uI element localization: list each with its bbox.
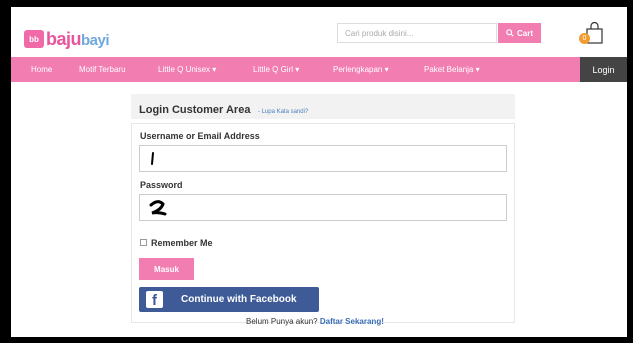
username-value — [148, 150, 158, 173]
username-field[interactable] — [139, 145, 507, 172]
facebook-login-button[interactable]: f Continue with Facebook — [139, 287, 319, 312]
remember-me-checkbox[interactable] — [140, 239, 147, 246]
cart-count-badge: 0 — [579, 33, 590, 44]
search-input[interactable]: Cari produk disini... — [337, 23, 497, 43]
cart-button-label: Cart — [516, 28, 533, 38]
nav-label: Little Q Girl — [253, 65, 294, 74]
nav-little-q-unisex[interactable]: Little Q Unisex ▾ — [158, 65, 216, 74]
signup-prompt: Belum Punya akun? Daftar Sekarang! — [246, 317, 384, 326]
username-label: Username or Email Address — [140, 131, 260, 141]
page: bb bajubayi Cari produk disini... Cart 0… — [11, 7, 627, 337]
password-value — [148, 199, 170, 224]
chevron-down-icon: ▾ — [475, 65, 480, 74]
chevron-down-icon: ▾ — [384, 65, 389, 74]
logo-icon: bb — [24, 30, 44, 48]
password-label: Password — [140, 180, 183, 190]
login-form: Username or Email Address Password Remem… — [131, 123, 515, 323]
remember-me-label: Remember Me — [151, 238, 213, 248]
signup-prompt-text: Belum Punya akun? — [246, 317, 318, 326]
login-submit-button[interactable]: Masuk — [139, 258, 194, 280]
logo-text-part1: baju — [46, 28, 82, 49]
nav-paket-belanja[interactable]: Paket Belanja ▾ — [424, 65, 480, 74]
nav-login-button[interactable]: Login — [580, 57, 627, 82]
nav-home[interactable]: Home — [31, 65, 52, 74]
password-field[interactable] — [139, 194, 507, 221]
search-icon — [506, 29, 514, 37]
chevron-down-icon: ▾ — [295, 65, 300, 74]
forgot-password-link[interactable]: - Lupa Kata sandi? — [258, 109, 308, 115]
site-logo[interactable]: bb bajubayi — [24, 28, 110, 50]
logo-text: bajubayi — [46, 28, 110, 50]
logo-text-part2: bayi — [81, 31, 110, 49]
facebook-button-label: Continue with Facebook — [181, 294, 297, 305]
facebook-icon: f — [146, 291, 163, 309]
nav-label: Perlengkapan — [333, 65, 383, 74]
page-title: Login Customer Area — [139, 104, 251, 116]
main-nav: Home Motif Terbaru Little Q Unisex ▾ Lit… — [11, 57, 627, 82]
nav-perlengkapan[interactable]: Perlengkapan ▾ — [333, 65, 389, 74]
signup-link[interactable]: Daftar Sekarang! — [320, 317, 384, 326]
chevron-down-icon: ▾ — [212, 65, 217, 74]
nav-label: Little Q Unisex — [158, 65, 211, 74]
login-area-header: Login Customer Area - Lupa Kata sandi? — [131, 94, 515, 119]
nav-motif-terbaru[interactable]: Motif Terbaru — [79, 65, 126, 74]
nav-label: Paket Belanja — [424, 65, 474, 74]
nav-little-q-girl[interactable]: Little Q Girl ▾ — [253, 65, 299, 74]
shopping-bag-button[interactable]: 0 — [579, 21, 605, 45]
search-cart-button[interactable]: Cart — [498, 23, 541, 43]
